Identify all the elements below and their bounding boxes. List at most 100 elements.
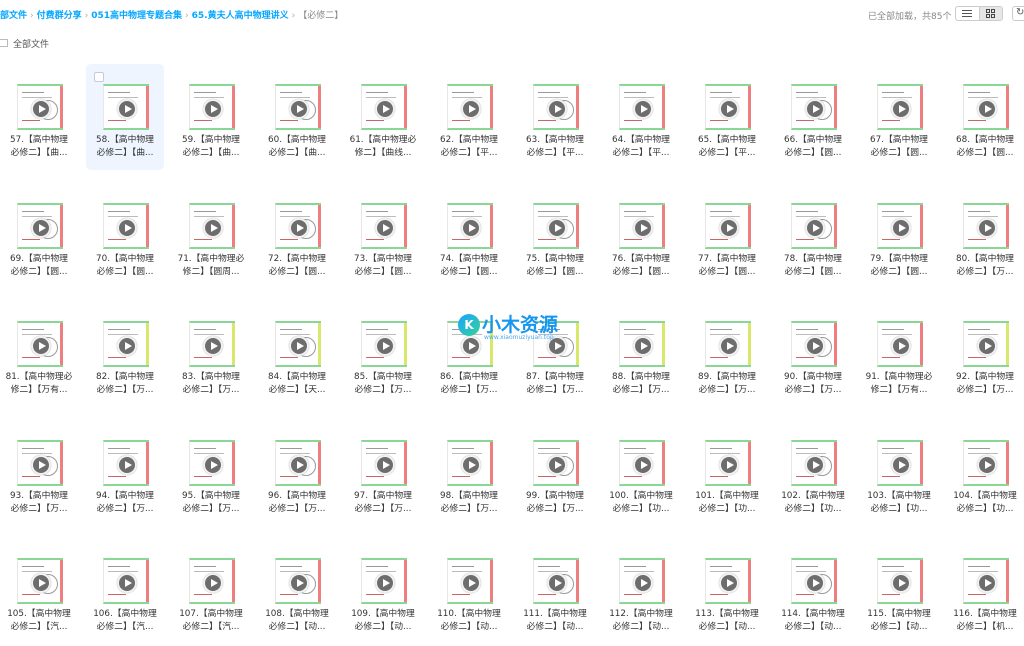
video-thumbnail[interactable] xyxy=(963,84,1009,130)
video-thumbnail[interactable] xyxy=(619,84,665,130)
video-thumbnail[interactable] xyxy=(619,202,665,249)
video-thumbnail[interactable] xyxy=(361,439,407,486)
refresh-button[interactable]: ↻ xyxy=(1012,6,1024,21)
file-tile[interactable]: 94.【高中物理 必修二】【万... xyxy=(86,420,164,526)
file-tile[interactable]: 57.【高中物理 必修二】【曲... xyxy=(0,64,78,170)
file-tile[interactable]: 59.【高中物理 必修二】【曲... xyxy=(172,64,250,170)
file-tile[interactable]: 63.【高中物理 必修二】【平... xyxy=(516,64,594,170)
video-thumbnail[interactable] xyxy=(877,321,923,367)
file-checkbox[interactable] xyxy=(94,72,104,82)
file-tile[interactable]: 110.【高中物理 必修二】【动... xyxy=(430,538,508,644)
file-tile[interactable]: 76.【高中物理 必修二】【圆... xyxy=(602,183,680,289)
video-thumbnail[interactable] xyxy=(275,202,321,249)
breadcrumb-item-physics-collection[interactable]: 051高中物理专题合集 xyxy=(91,11,182,21)
file-tile[interactable]: 88.【高中物理 必修二】【万... xyxy=(602,301,680,407)
file-tile[interactable]: 102.【高中物理 必修二】【功... xyxy=(774,420,852,526)
video-thumbnail[interactable] xyxy=(17,84,63,130)
video-thumbnail[interactable] xyxy=(189,84,235,130)
file-tile[interactable]: 72.【高中物理 必修二】【圆... xyxy=(258,183,336,289)
video-thumbnail[interactable] xyxy=(361,84,407,130)
select-all-checkbox[interactable] xyxy=(0,39,8,47)
breadcrumb-item-notes[interactable]: 65.黄夫人高中物理讲义 xyxy=(192,11,289,21)
video-thumbnail[interactable] xyxy=(17,558,63,604)
video-thumbnail[interactable] xyxy=(275,84,321,130)
file-tile[interactable]: 103.【高中物理 必修二】【功... xyxy=(860,420,938,526)
video-thumbnail[interactable] xyxy=(447,202,493,249)
video-thumbnail[interactable] xyxy=(877,202,923,249)
file-tile[interactable]: 95.【高中物理 必修二】【万... xyxy=(172,420,250,526)
file-tile[interactable]: 62.【高中物理 必修二】【平... xyxy=(430,64,508,170)
file-tile[interactable]: 113.【高中物理 必修二】【动... xyxy=(688,538,766,644)
video-thumbnail[interactable] xyxy=(705,202,751,249)
video-thumbnail[interactable] xyxy=(619,321,665,367)
file-tile[interactable]: 65.【高中物理 必修二】【平... xyxy=(688,64,766,170)
video-thumbnail[interactable] xyxy=(17,202,63,249)
file-tile[interactable]: 79.【高中物理 必修二】【圆... xyxy=(860,183,938,289)
file-tile[interactable]: 90.【高中物理 必修二】【万... xyxy=(774,301,852,407)
file-tile[interactable]: 114.【高中物理 必修二】【动... xyxy=(774,538,852,644)
file-tile[interactable]: 112.【高中物理 必修二】【动... xyxy=(602,538,680,644)
video-thumbnail[interactable] xyxy=(705,558,751,604)
file-tile[interactable]: 100.【高中物理 必修二】【功... xyxy=(602,420,680,526)
file-tile[interactable]: 71.【高中物理必 修二】【圆周... xyxy=(172,183,250,289)
file-tile[interactable]: 115.【高中物理 必修二】【动... xyxy=(860,538,938,644)
video-thumbnail[interactable] xyxy=(447,84,493,130)
file-tile[interactable]: 81.【高中物理必 修二】【万有... xyxy=(0,301,78,407)
file-tile[interactable]: 101.【高中物理 必修二】【功... xyxy=(688,420,766,526)
file-tile[interactable]: 92.【高中物理 必修二】【万... xyxy=(946,301,1024,407)
video-thumbnail[interactable] xyxy=(791,84,837,130)
file-tile[interactable]: 85.【高中物理 必修二】【万... xyxy=(344,301,422,407)
video-thumbnail[interactable] xyxy=(963,439,1009,486)
file-tile[interactable]: 78.【高中物理 必修二】【圆... xyxy=(774,183,852,289)
file-tile[interactable]: 77.【高中物理 必修二】【圆... xyxy=(688,183,766,289)
video-thumbnail[interactable] xyxy=(103,202,149,249)
video-thumbnail[interactable] xyxy=(447,439,493,486)
video-thumbnail[interactable] xyxy=(361,202,407,249)
video-thumbnail[interactable] xyxy=(877,84,923,130)
video-thumbnail[interactable] xyxy=(533,439,579,486)
video-thumbnail[interactable] xyxy=(533,202,579,249)
file-tile[interactable]: 107.【高中物理 必修二】【汽... xyxy=(172,538,250,644)
video-thumbnail[interactable] xyxy=(361,321,407,367)
video-thumbnail[interactable] xyxy=(791,321,837,367)
file-tile[interactable]: 67.【高中物理 必修二】【圆... xyxy=(860,64,938,170)
video-thumbnail[interactable] xyxy=(791,202,837,249)
file-tile[interactable]: 80.【高中物理 必修二】【万... xyxy=(946,183,1024,289)
video-thumbnail[interactable] xyxy=(705,84,751,130)
video-thumbnail[interactable] xyxy=(275,439,321,486)
video-thumbnail[interactable] xyxy=(275,321,321,367)
file-tile[interactable]: 69.【高中物理 必修二】【圆... xyxy=(0,183,78,289)
video-thumbnail[interactable] xyxy=(877,558,923,604)
file-tile[interactable]: 91.【高中物理必 修二】【万有... xyxy=(860,301,938,407)
file-tile[interactable]: 75.【高中物理 必修二】【圆... xyxy=(516,183,594,289)
file-tile[interactable]: 96.【高中物理 必修二】【万... xyxy=(258,420,336,526)
file-tile[interactable]: 97.【高中物理 必修二】【万... xyxy=(344,420,422,526)
file-tile[interactable]: 84.【高中物理 必修二】【天... xyxy=(258,301,336,407)
file-tile[interactable]: 61.【高中物理必 修二】【曲线... xyxy=(344,64,422,170)
video-thumbnail[interactable] xyxy=(533,558,579,604)
file-tile[interactable]: 104.【高中物理 必修二】【功... xyxy=(946,420,1024,526)
file-tile[interactable]: 66.【高中物理 必修二】【圆... xyxy=(774,64,852,170)
file-tile[interactable]: 89.【高中物理 必修二】【万... xyxy=(688,301,766,407)
video-thumbnail[interactable] xyxy=(189,321,235,367)
video-thumbnail[interactable] xyxy=(17,321,63,367)
breadcrumb-item-root[interactable]: 部文件 xyxy=(0,11,27,21)
file-tile[interactable]: 64.【高中物理 必修二】【平... xyxy=(602,64,680,170)
video-thumbnail[interactable] xyxy=(877,439,923,486)
video-thumbnail[interactable] xyxy=(103,439,149,486)
file-tile[interactable]: 60.【高中物理 必修二】【曲... xyxy=(258,64,336,170)
video-thumbnail[interactable] xyxy=(963,202,1009,249)
video-thumbnail[interactable] xyxy=(189,558,235,604)
video-thumbnail[interactable] xyxy=(963,321,1009,367)
file-tile[interactable]: 68.【高中物理 必修二】【圆... xyxy=(946,64,1024,170)
file-tile[interactable]: 73.【高中物理 必修二】【圆... xyxy=(344,183,422,289)
file-tile[interactable]: 74.【高中物理 必修二】【圆... xyxy=(430,183,508,289)
video-thumbnail[interactable] xyxy=(447,558,493,604)
video-thumbnail[interactable] xyxy=(275,558,321,604)
video-thumbnail[interactable] xyxy=(791,439,837,486)
video-thumbnail[interactable] xyxy=(705,439,751,486)
file-tile[interactable]: 83.【高中物理 必修二】【万... xyxy=(172,301,250,407)
video-thumbnail[interactable] xyxy=(533,84,579,130)
file-tile[interactable]: 105.【高中物理 必修二】【汽... xyxy=(0,538,78,644)
video-thumbnail[interactable] xyxy=(189,202,235,249)
